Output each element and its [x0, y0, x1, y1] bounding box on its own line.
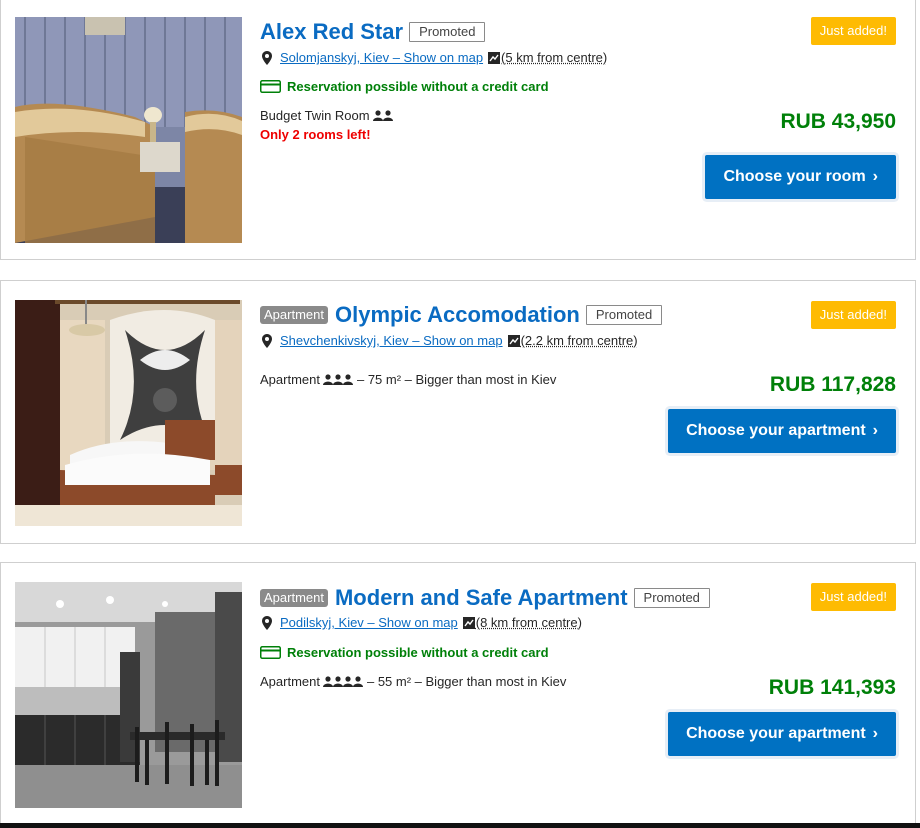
property-photo[interactable]	[15, 300, 242, 526]
title-row: Alex Red Star Promoted	[260, 18, 486, 46]
distance-from-centre: (8 km from centre)	[475, 615, 582, 630]
map-icon	[507, 334, 520, 347]
bottom-edge	[0, 823, 920, 828]
room-info: Apartment – 75 m² – Bigger than most in …	[260, 372, 556, 387]
price: RUB 117,828	[769, 373, 896, 396]
room-type: Budget Twin Room	[260, 108, 370, 123]
just-added-badge: Just added!	[810, 583, 896, 611]
show-on-map-link[interactable]: Podilskyj, Kiev – Show on map	[280, 615, 458, 630]
distance-from-centre: (5 km from centre)	[501, 50, 608, 65]
title-row: Apartment Modern and Safe Apartment Prom…	[260, 584, 710, 612]
credit-card-icon	[260, 646, 281, 659]
apartment-bedroom-photo	[15, 300, 242, 526]
title-row: Apartment Olympic Accomodation Promoted	[260, 301, 663, 329]
four-people-icon	[322, 676, 363, 687]
no-credit-card-note: Reservation possible without a credit ca…	[260, 645, 549, 660]
show-on-map-link[interactable]: Solomjanskyj, Kiev – Show on map	[280, 50, 483, 65]
credit-note-text: Reservation possible without a credit ca…	[287, 79, 549, 94]
apartment-kitchen-photo	[15, 582, 242, 808]
chevron-right-icon: ›	[872, 422, 878, 439]
promoted-badge: Promoted	[585, 305, 663, 325]
location-row: Podilskyj, Kiev – Show on map (8 km from…	[262, 615, 582, 630]
property-type-badge: Apartment	[260, 589, 328, 607]
chevron-right-icon: ›	[872, 725, 878, 742]
map-icon	[488, 51, 501, 64]
room-info: Budget Twin Room	[260, 108, 393, 123]
map-pin-icon	[262, 615, 272, 630]
button-label: Choose your apartment	[686, 725, 866, 742]
property-photo[interactable]	[15, 17, 242, 243]
credit-note-text: Reservation possible without a credit ca…	[287, 645, 549, 660]
map-pin-icon	[262, 333, 272, 348]
choose-apartment-button[interactable]: Choose your apartment ›	[668, 712, 896, 756]
promoted-badge: Promoted	[409, 22, 486, 42]
map-pin-icon	[262, 50, 272, 65]
property-card: Alex Red Star Promoted Solomjanskyj, Kie…	[0, 0, 916, 260]
distance-from-centre: (2.2 km from centre)	[520, 333, 638, 348]
no-credit-card-note: Reservation possible without a credit ca…	[260, 79, 549, 94]
two-people-icon	[372, 110, 393, 121]
hotel-name-link[interactable]: Alex Red Star	[260, 18, 403, 46]
choose-room-button[interactable]: Choose your room ›	[705, 155, 896, 199]
promoted-badge: Promoted	[633, 588, 710, 608]
property-type-badge: Apartment	[260, 306, 328, 324]
credit-card-icon	[260, 80, 281, 93]
chevron-right-icon: ›	[872, 168, 878, 185]
room-detail: – 55 m² – Bigger than most in Kiev	[366, 674, 567, 689]
location-row: Solomjanskyj, Kiev – Show on map (5 km f…	[262, 50, 607, 65]
show-on-map-link[interactable]: Shevchenkivskyj, Kiev – Show on map	[280, 333, 503, 348]
property-photo[interactable]	[15, 582, 242, 808]
room-type: Apartment	[260, 674, 320, 689]
three-people-icon	[322, 374, 353, 385]
property-card: Apartment Olympic Accomodation Promoted …	[0, 280, 916, 544]
button-label: Choose your apartment	[686, 422, 866, 439]
choose-apartment-button[interactable]: Choose your apartment ›	[668, 409, 896, 453]
hotel-name-link[interactable]: Olympic Accomodation	[335, 301, 580, 329]
price: RUB 141,393	[768, 676, 896, 699]
price: RUB 43,950	[780, 110, 896, 133]
room-info: Apartment – 55 m² – Bigger than most in …	[260, 674, 566, 689]
hotel-room-photo	[15, 17, 242, 243]
hotel-name-link[interactable]: Modern and Safe Apartment	[335, 584, 628, 612]
property-card: Apartment Modern and Safe Apartment Prom…	[0, 562, 916, 826]
map-icon	[462, 616, 475, 629]
just-added-badge: Just added!	[810, 17, 896, 45]
room-type: Apartment	[260, 372, 320, 387]
rooms-left-warning: Only 2 rooms left!	[260, 127, 371, 142]
room-detail: – 75 m² – Bigger than most in Kiev	[356, 372, 557, 387]
just-added-badge: Just added!	[810, 301, 896, 329]
button-label: Choose your room	[723, 168, 866, 185]
location-row: Shevchenkivskyj, Kiev – Show on map (2.2…	[262, 333, 638, 348]
